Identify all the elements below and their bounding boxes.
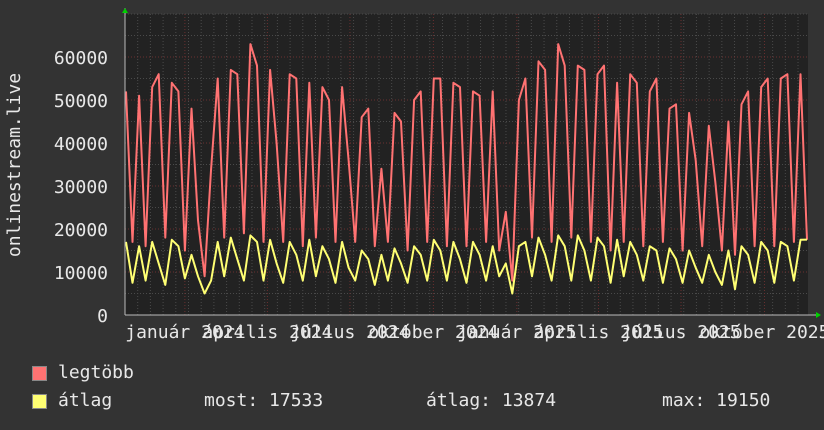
- stat-max: max: 19150: [662, 390, 771, 411]
- stat-most: most: 17533: [204, 390, 324, 411]
- legend-swatch-atlag: [32, 394, 47, 409]
- y-axis-label: onlinestream.live: [4, 73, 25, 257]
- y-tick-label: 30000: [54, 177, 108, 198]
- stat-atlag: átlag: 13874: [426, 390, 557, 411]
- y-tick-label: 50000: [54, 91, 108, 112]
- legend-label-atlag: átlag: [58, 390, 113, 411]
- x-axis-arrow-icon: [816, 312, 821, 318]
- x-tick-label: október 2025: [699, 322, 824, 343]
- y-tick-label: 60000: [54, 48, 108, 69]
- y-axis-arrow-icon: [122, 8, 128, 13]
- y-tick-label: 20000: [54, 220, 108, 241]
- y-tick-label: 0: [97, 306, 108, 327]
- legend-swatch-legtobb: [32, 366, 47, 381]
- legend-label-legtobb: legtöbb: [58, 362, 134, 383]
- y-tick-label: 10000: [54, 263, 108, 284]
- y-tick-label: 40000: [54, 134, 108, 155]
